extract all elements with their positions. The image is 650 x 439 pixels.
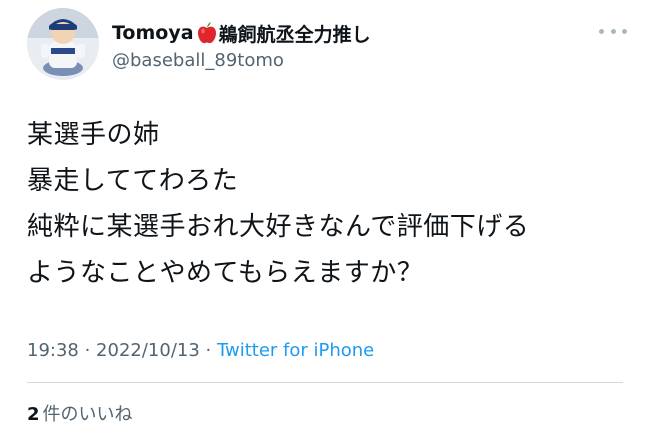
tweet-header: Tomoya 鵜飼航丞全力推し @baseball_89tomo xyxy=(27,8,627,80)
apple-emoji-icon xyxy=(197,22,217,44)
display-name-row[interactable]: Tomoya 鵜飼航丞全力推し xyxy=(112,20,371,46)
meta-separator: · xyxy=(78,340,97,361)
avatar-image xyxy=(27,8,99,80)
tweet-text-line: ようなことやめてもらえますか？ xyxy=(27,258,424,288)
tweet-metadata: 19:38 · 2022/10/13 · Twitter for iPhone xyxy=(27,340,374,361)
avatar[interactable] xyxy=(27,8,99,80)
likes-label: 件のいいね xyxy=(42,404,133,425)
more-options-icon xyxy=(599,28,604,34)
tweet-text-line: 某選手の姉 xyxy=(27,120,160,150)
more-options-button[interactable] xyxy=(599,24,627,38)
more-options-icon-dot xyxy=(610,28,616,34)
likes-link[interactable]: 2 件のいいね xyxy=(27,400,133,426)
tweet-card: Tomoya 鵜飼航丞全力推し @baseball_89tomo 某選手の姉 暴… xyxy=(0,0,650,439)
likes-count: 2 xyxy=(27,404,40,425)
tweet-date[interactable]: 2022/10/13 xyxy=(96,340,200,361)
tweet-text: 某選手の姉 暴走しててわろた 純粋に某選手おれ大好きなんで評価下げる ようなこと… xyxy=(27,112,627,296)
tweet-time[interactable]: 19:38 xyxy=(27,340,79,361)
display-name: Tomoya xyxy=(112,22,194,44)
divider xyxy=(27,382,623,383)
tweet-text-line: 暴走しててわろた xyxy=(27,166,239,196)
user-handle[interactable]: @baseball_89tomo xyxy=(112,50,284,71)
meta-separator: · xyxy=(199,340,217,361)
display-name-suffix: 鵜飼航丞全力推し xyxy=(218,23,371,46)
tweet-source-link[interactable]: Twitter for iPhone xyxy=(217,340,374,361)
more-options-icon-dot xyxy=(622,28,627,34)
tweet-text-line: 純粋に某選手おれ大好きなんで評価下げる xyxy=(27,212,530,242)
